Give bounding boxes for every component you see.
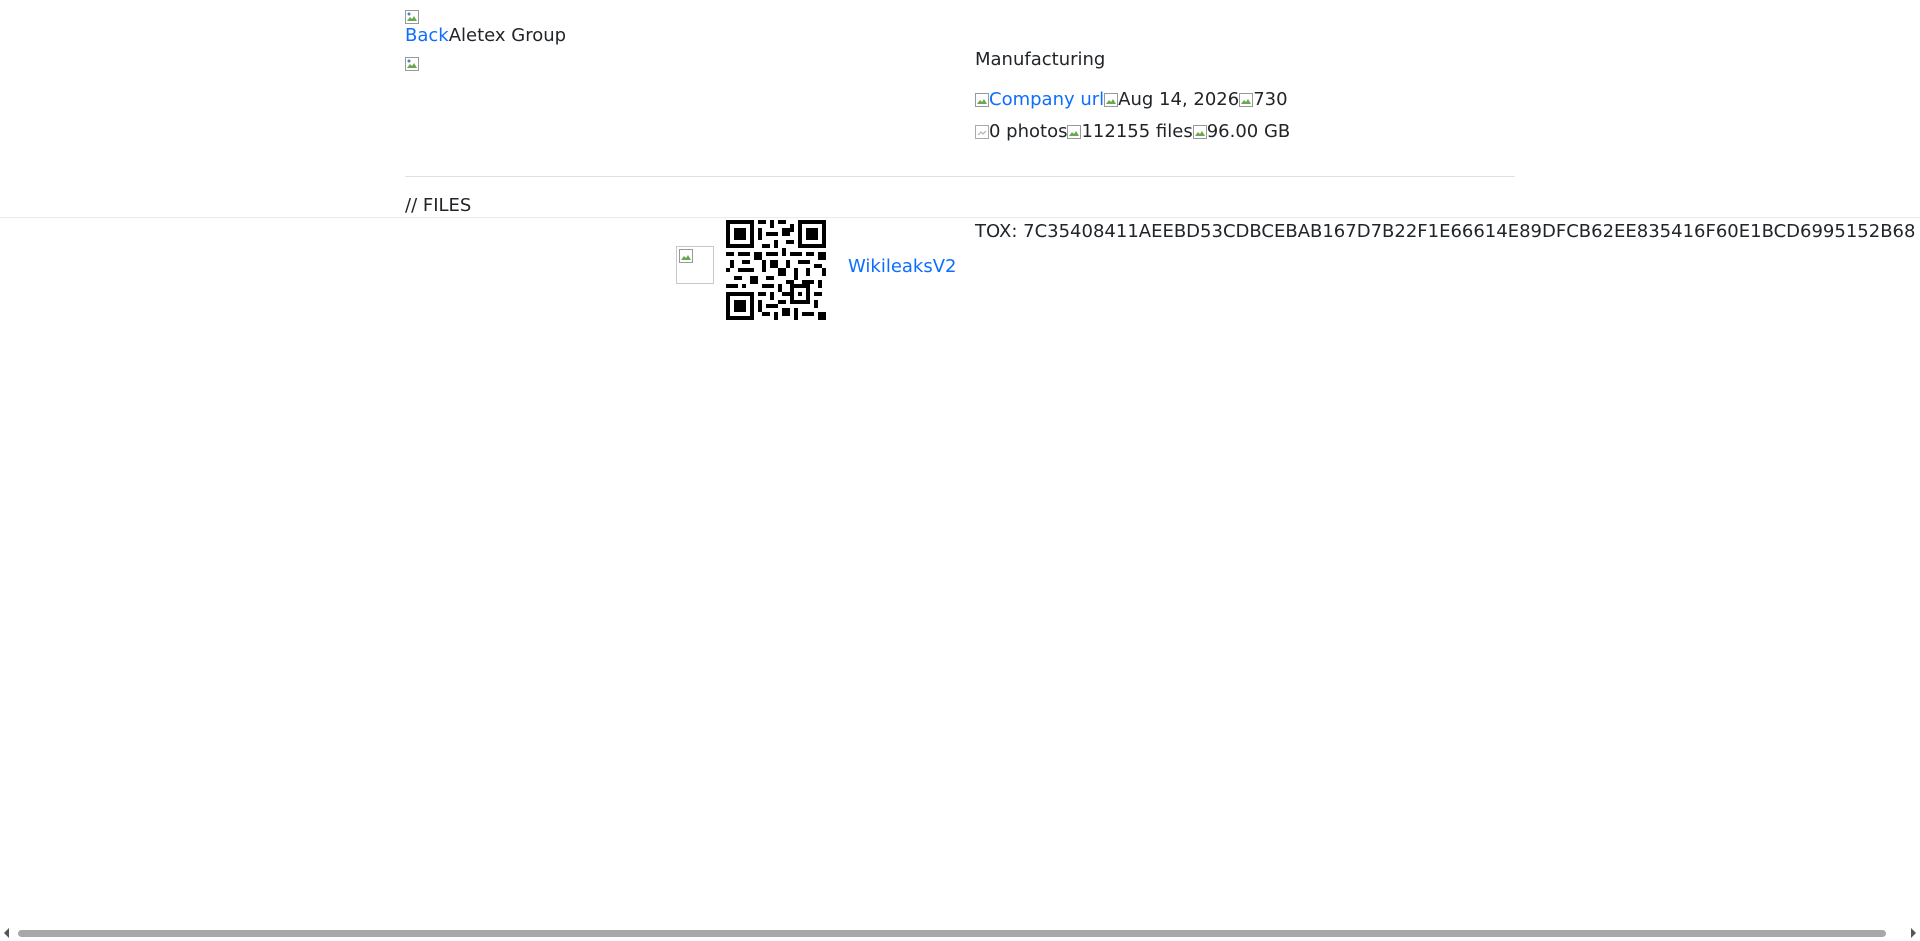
storage-icon bbox=[1192, 124, 1207, 139]
horizontal-scrollbar[interactable] bbox=[0, 925, 1920, 941]
tox-id: TOX: 7C35408411AEEBD53CDBCEBAB167D7B22F1… bbox=[975, 221, 1916, 242]
company-url-link[interactable]: Company url bbox=[989, 89, 1104, 110]
page-divider bbox=[0, 217, 1920, 218]
broken-image-icon bbox=[405, 57, 419, 71]
tox-qr-code bbox=[726, 220, 826, 320]
broken-image-icon bbox=[679, 249, 693, 263]
company-meta-row: Company url Aug 14, 2026 730 bbox=[975, 89, 1288, 110]
files-count: 112155 files bbox=[1081, 121, 1193, 142]
photos-count: 0 photos bbox=[989, 121, 1068, 142]
views-count: 730 bbox=[1253, 89, 1288, 110]
calendar-icon bbox=[1104, 92, 1119, 107]
files-heading: // FILES bbox=[405, 195, 472, 216]
contact-avatar-image bbox=[676, 246, 714, 284]
industry-label: Manufacturing bbox=[975, 49, 1106, 70]
data-size: 96.00 GB bbox=[1206, 121, 1291, 142]
section-divider bbox=[405, 176, 1515, 177]
company-banner-image bbox=[405, 54, 419, 75]
scroll-left-arrow-icon[interactable] bbox=[4, 928, 9, 938]
photo-icon bbox=[975, 124, 989, 139]
company-name: Aletex Group bbox=[448, 25, 567, 46]
file-icon bbox=[1067, 124, 1082, 139]
company-stats-row: 0 photos 112155 files 96.00 GB bbox=[975, 121, 1290, 142]
scrollbar-thumb[interactable] bbox=[18, 930, 1886, 937]
eye-icon bbox=[1239, 92, 1254, 107]
scroll-right-arrow-icon[interactable] bbox=[1911, 928, 1916, 938]
contact-link[interactable]: WikileaksV2 bbox=[848, 256, 957, 277]
broken-image-icon bbox=[405, 10, 419, 24]
link-icon bbox=[975, 92, 989, 107]
back-link[interactable]: Back bbox=[405, 25, 449, 46]
publish-date: Aug 14, 2026 bbox=[1118, 89, 1240, 110]
header-bar: Back Aletex Group bbox=[405, 25, 566, 46]
